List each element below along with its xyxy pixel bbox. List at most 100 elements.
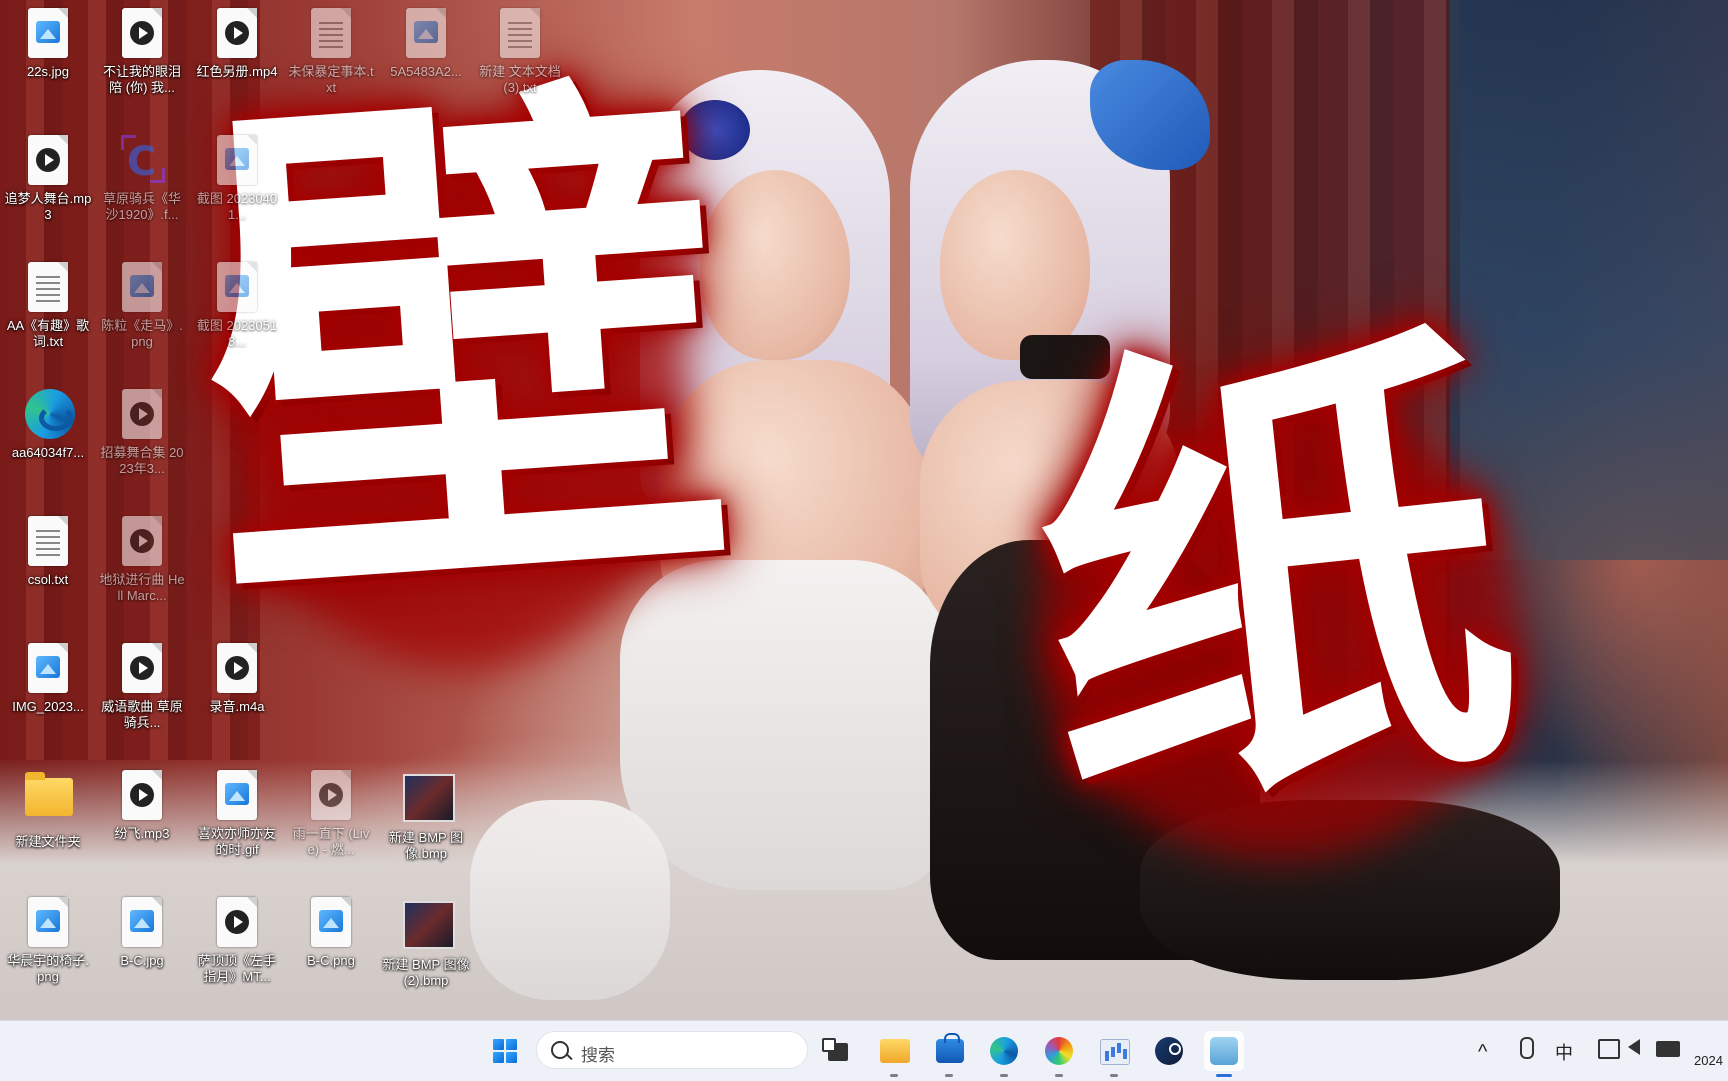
store-bag-icon [936, 1033, 964, 1063]
desktop-icon-label: 威语歌曲 草原骑兵... [101, 699, 183, 730]
text-file-icon [308, 8, 354, 60]
text-file-icon [497, 8, 543, 60]
folder-icon [25, 772, 73, 830]
desktop-icon-label: 喜欢亦师亦友的时.gif [197, 826, 276, 857]
desktop-icon-label: 陈粒《走马》.png [101, 318, 183, 349]
desktop-icon[interactable]: 喜欢亦师亦友的时.gif [191, 770, 283, 858]
desktop-icon[interactable]: 截图 20230518... [191, 262, 283, 350]
volume-icon[interactable] [1628, 1039, 1640, 1055]
desktop-icon[interactable]: 雨一直下 (Live) - 燃... [285, 770, 377, 858]
desktop-icon-label: 截图 20230518... [196, 318, 278, 349]
desktop-icon-label: 红色另册.mp4 [196, 64, 278, 79]
desktop-icon[interactable]: csol.txt [2, 516, 94, 588]
desktop-icon[interactable]: 截图 20230401... [191, 135, 283, 223]
desktop-icon[interactable]: 新建 BMP 图像.bmp [380, 770, 472, 862]
media-file-icon [119, 770, 165, 822]
running-indicator [1000, 1074, 1008, 1077]
desktop-icon[interactable]: 新建 BMP 图像 (2).bmp [380, 897, 472, 989]
ime-indicator[interactable]: 中 [1555, 1039, 1573, 1065]
desktop-icon-label: 新建 文本文档 (3).txt [479, 64, 561, 95]
desktop-icon-label: 纷飞.mp3 [114, 826, 170, 841]
image-file-icon [308, 897, 354, 949]
desktop-icon-label: 地狱进行曲 Hell Marc... [99, 572, 185, 603]
desktop-icon-label: 截图 20230401... [196, 191, 278, 222]
clock-date[interactable]: 2024 [1694, 1053, 1723, 1068]
desktop-icon[interactable]: 5A5483A2... [380, 8, 472, 80]
image-file-icon [214, 262, 260, 314]
desktop-icon-label: B-C.jpg [120, 953, 164, 968]
task-view-button[interactable] [818, 1031, 858, 1071]
media-file-icon [119, 389, 165, 441]
text-file-icon [25, 262, 71, 314]
desktop-icon[interactable]: 不让我的眼泪陪 (你) 我... [96, 8, 188, 96]
taskbar: 搜索 ^ 中 2024 [0, 1020, 1728, 1081]
desktop-icon[interactable]: AA《有趣》歌词.txt [2, 262, 94, 350]
desktop-icon-label: 5A5483A2... [390, 64, 462, 79]
desktop-icon-label: csol.txt [27, 572, 69, 587]
image-file-icon [25, 643, 71, 695]
desktop-icon-label: 招募舞合集 2023年3... [100, 445, 184, 476]
desktop-icon[interactable]: B-C.jpg [96, 897, 188, 969]
steam-icon [1155, 1037, 1183, 1065]
chart-monitor-icon [1100, 1039, 1130, 1065]
desktop-icon-label: B-C.png [307, 953, 355, 968]
desktop-icon[interactable]: 未保暴定事本.txt [285, 8, 377, 96]
search-placeholder: 搜索 [581, 1046, 615, 1065]
desktop-icon-label: 萨顶顶《左手指月》MT... [197, 953, 276, 984]
desktop-icon-label: 录音.m4a [209, 699, 265, 714]
desktop-icon[interactable]: 22s.jpg [2, 8, 94, 80]
desktop-icon[interactable]: 萨顶顶《左手指月》MT... [191, 897, 283, 985]
desktop-icon-label: IMG_2023... [12, 699, 84, 714]
desktop-icon-label: 华晨宇的椅子.png [7, 953, 89, 984]
edge-button[interactable] [984, 1031, 1024, 1077]
file-explorer-button[interactable] [874, 1031, 914, 1077]
figure-left-stocking [470, 800, 670, 1000]
search-icon [551, 1041, 569, 1059]
running-indicator [1055, 1074, 1063, 1077]
desktop-icon[interactable]: 追梦人舞台.mp3 [2, 135, 94, 223]
color-app-button[interactable] [1039, 1031, 1079, 1077]
desktop-icon[interactable]: 红色另册.mp4 [191, 8, 283, 80]
bitmap-file-icon [403, 901, 455, 953]
start-button[interactable] [485, 1031, 525, 1071]
steam-button[interactable] [1149, 1031, 1189, 1071]
desktop-icon[interactable]: 威语歌曲 草原骑兵... [96, 643, 188, 731]
media-file-icon [25, 135, 71, 187]
image-file-icon [25, 897, 71, 949]
battery-icon[interactable] [1656, 1041, 1680, 1057]
desktop-icon-label: 雨一直下 (Live) - 燃... [292, 826, 370, 857]
desktop-icon-label: 草原骑兵《华沙1920》.f... [102, 191, 181, 222]
text-file-icon [25, 516, 71, 568]
desktop-icon[interactable]: IMG_2023... [2, 643, 94, 715]
desktop-icon[interactable]: 新建 文本文档 (3).txt [474, 8, 566, 96]
microsoft-store-button[interactable] [929, 1031, 969, 1077]
edge-browser-icon [990, 1037, 1018, 1065]
desktop-icon[interactable]: 陈粒《走马》.png [96, 262, 188, 350]
media-file-icon [119, 643, 165, 695]
active-indicator [1216, 1074, 1232, 1077]
desktop-icon[interactable]: 纷飞.mp3 [96, 770, 188, 842]
desktop-icon[interactable]: 华晨宇的椅子.png [2, 897, 94, 985]
desktop-icon-label: 未保暴定事本.txt [288, 64, 374, 95]
microphone-icon[interactable] [1520, 1037, 1534, 1059]
media-file-icon [119, 516, 165, 568]
network-icon[interactable] [1598, 1039, 1620, 1059]
desktop-icon-label: 22s.jpg [27, 64, 69, 79]
taskbar-search-box[interactable]: 搜索 [536, 1031, 808, 1069]
desktop-icon[interactable]: 新建文件夹 [2, 770, 94, 850]
image-file-icon [403, 8, 449, 60]
tray-overflow-chevron[interactable]: ^ [1478, 1041, 1487, 1064]
desktop-icon[interactable]: 招募舞合集 2023年3... [96, 389, 188, 477]
desktop-icon[interactable]: 地狱进行曲 Hell Marc... [96, 516, 188, 604]
desktop-icon[interactable]: 录音.m4a [191, 643, 283, 715]
desktop-icon-label: aa64034f7... [11, 445, 85, 460]
desktop-icon[interactable]: B-C.png [285, 897, 377, 969]
anime-app-button[interactable] [1204, 1031, 1244, 1077]
desktop-icon[interactable]: aa64034f7... [2, 389, 94, 461]
bitmap-file-icon [403, 774, 455, 826]
desktop-icon[interactable]: C 草原骑兵《华沙1920》.f... [96, 135, 188, 223]
graph-app-button[interactable] [1094, 1031, 1134, 1077]
image-file-icon [214, 135, 260, 187]
task-view-icon [822, 1038, 848, 1061]
media-file-icon [214, 643, 260, 695]
